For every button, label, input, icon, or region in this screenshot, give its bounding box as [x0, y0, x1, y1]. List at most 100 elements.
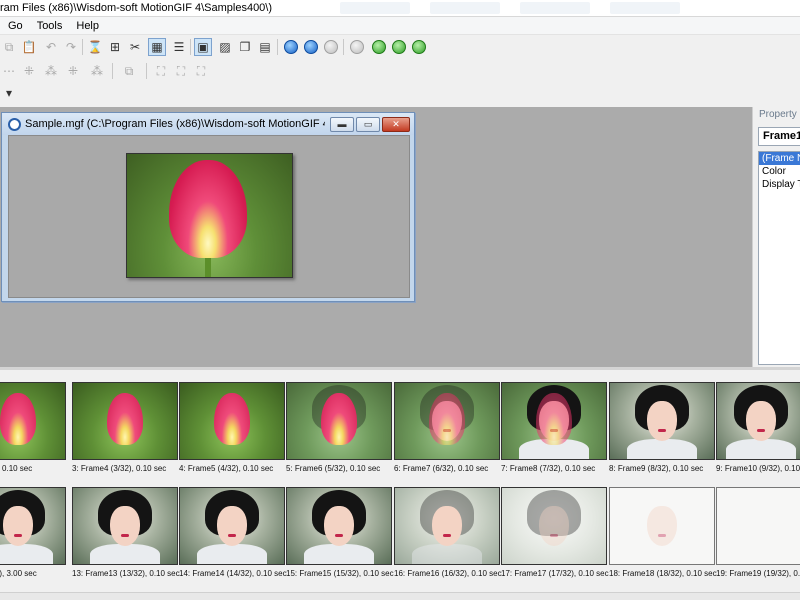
extra-toolbar: ▾ — [0, 83, 800, 105]
frame-caption: 14: Frame14 (14/32), 0.10 sec — [179, 569, 287, 578]
frame-thumbnail[interactable]: 16: Frame16 (16/32), 0.10 sec — [394, 487, 502, 591]
frame-strip: 2 (2/32), 0.10 sec 3: Frame4 (3/32), 0.10… — [0, 367, 800, 600]
frame-thumbnail[interactable]: 18: Frame18 (18/32), 0.10 sec — [609, 487, 717, 591]
frame-thumbnail-image — [286, 487, 392, 565]
dropdown-arrow-icon[interactable]: ▾ — [0, 84, 18, 102]
fit-icon[interactable]: ⛶ — [172, 62, 190, 80]
face-thumb — [110, 506, 140, 546]
align-toolbar: ⋯ ⁜ ⁂ ⁜ ⁂ ⧉ ⛶ ⛶ ⛶ — [0, 59, 800, 83]
frame-thumbnail[interactable]: 19: Frame19 (19/32), 0.10 sec — [716, 487, 800, 591]
frame-thumbnail[interactable]: 3: Frame4 (3/32), 0.10 sec — [72, 382, 178, 486]
stop-icon[interactable] — [322, 38, 340, 56]
property-color[interactable]: Color — [759, 165, 800, 178]
settings-icon[interactable]: ▣ — [194, 38, 212, 56]
frame-thumbnail-image — [179, 382, 285, 460]
frame-thumbnail-image — [72, 487, 178, 565]
frame-caption: 18: Frame18 (18/32), 0.10 sec — [609, 569, 717, 578]
frame-thumbnail-image — [501, 382, 607, 460]
close-button[interactable]: ✕ — [382, 117, 410, 132]
list-view-icon[interactable]: ☰ — [170, 38, 188, 56]
palette-icon[interactable]: ▤ — [256, 38, 274, 56]
effects-icon[interactable]: ✂ — [126, 38, 144, 56]
tulip-thumb — [0, 393, 36, 445]
app-icon — [8, 117, 21, 131]
resize-icon[interactable]: ⛶ — [152, 62, 170, 80]
frame-thumbnail-image — [394, 382, 500, 460]
frame-thumbnail-image — [609, 382, 715, 460]
body-thumb — [627, 439, 697, 459]
frame-thumbnail[interactable]: 2 (12/32), 3.00 sec — [0, 487, 66, 591]
document-window: Sample.mgf (C:\Program Files (x86)\Wisdo… — [1, 112, 415, 302]
face-thumb — [324, 506, 354, 546]
browser-preview-icon[interactable] — [282, 38, 300, 56]
window-titlebar: ram Files (x86)\Wisdom-soft MotionGIF 4\… — [0, 0, 800, 17]
image-icon[interactable]: ▨ — [216, 38, 234, 56]
frame-caption: 17: Frame17 (17/32), 0.10 sec — [501, 569, 609, 578]
frame-thumbnail[interactable]: 15: Frame15 (15/32), 0.10 sec — [286, 487, 394, 591]
play-icon[interactable] — [302, 38, 320, 56]
face-thumb — [647, 506, 677, 546]
last-frame-icon[interactable] — [410, 38, 428, 56]
frame-selector[interactable]: Frame1 — [758, 127, 800, 146]
face-thumb — [432, 506, 462, 546]
frame-caption: 6: Frame7 (6/32), 0.10 sec — [394, 464, 489, 473]
frame-preview-image[interactable] — [126, 153, 293, 278]
paste-icon[interactable]: 📋 — [20, 38, 38, 56]
frame-caption: 9: Frame10 (9/32), 0.10 sec — [716, 464, 800, 473]
tulip-thumb — [321, 393, 357, 445]
frame-thumbnail-image — [716, 487, 800, 565]
frame-thumbnail[interactable]: 8: Frame9 (8/32), 0.10 sec — [609, 382, 715, 486]
frame-thumbnail[interactable]: 17: Frame17 (17/32), 0.10 sec — [501, 487, 609, 591]
property-frame-name[interactable]: (Frame Na — [759, 152, 800, 165]
distribute-icon[interactable]: ⁂ — [88, 62, 106, 80]
undo-icon[interactable]: ↶ — [42, 38, 60, 56]
grid-icon[interactable]: ⊞ — [106, 38, 124, 56]
face-thumb — [647, 401, 677, 441]
frame-thumbnail[interactable]: 6: Frame7 (6/32), 0.10 sec — [394, 382, 500, 486]
frame-thumbnail[interactable]: 13: Frame13 (13/32), 0.10 sec — [72, 487, 180, 591]
menu-go[interactable]: Go — [8, 20, 23, 32]
frame-thumbnail[interactable]: 9: Frame10 (9/32), 0.10 sec — [716, 382, 800, 486]
align-center-icon[interactable]: ⁜ — [20, 62, 38, 80]
previous-frame-icon[interactable] — [370, 38, 388, 56]
menu-tools[interactable]: Tools — [37, 20, 63, 32]
align-right-icon[interactable]: ⁜ — [64, 62, 82, 80]
tulip-thumb — [214, 393, 250, 445]
property-display-time[interactable]: Display Ti — [759, 178, 800, 191]
face-thumb — [217, 506, 247, 546]
frame-thumbnail-image — [0, 382, 66, 460]
main-toolbar: ⧉ 📋 ↶ ↷ ⌛ ⊞ ✂ ▦ ☰ ▣ ▨ ❐ ▤ — [0, 35, 800, 59]
frame-thumbnail-image — [716, 382, 800, 460]
frame-caption: 5: Frame6 (5/32), 0.10 sec — [286, 464, 381, 473]
align-left-icon[interactable]: ⋯ — [0, 62, 18, 80]
canvas-area — [8, 135, 410, 298]
frame-strip-scrollbar[interactable] — [0, 592, 800, 600]
crop-icon[interactable]: ⧉ — [120, 62, 138, 80]
minimize-button[interactable]: ▬ — [330, 117, 354, 132]
frame-thumbnail[interactable]: 14: Frame14 (14/32), 0.10 sec — [179, 487, 287, 591]
frame-caption: 7: Frame8 (7/32), 0.10 sec — [501, 464, 596, 473]
first-frame-icon[interactable] — [348, 38, 366, 56]
frame-thumbnail[interactable]: 2 (2/32), 0.10 sec — [0, 382, 66, 486]
tile-view-icon[interactable]: ▦ — [148, 38, 166, 56]
tulip-flower — [169, 160, 247, 258]
frame-caption: 15: Frame15 (15/32), 0.10 sec — [286, 569, 394, 578]
redo-icon[interactable]: ↷ — [62, 38, 80, 56]
frame-caption: 16: Frame16 (16/32), 0.10 sec — [394, 569, 502, 578]
copy-icon[interactable]: ⧉ — [0, 38, 18, 56]
frame-properties-icon[interactable]: ⌛ — [86, 38, 104, 56]
window-title: ram Files (x86)\Wisdom-soft MotionGIF 4\… — [0, 2, 273, 14]
layers-icon[interactable]: ❐ — [236, 38, 254, 56]
face-thumb — [746, 401, 776, 441]
menu-help[interactable]: Help — [76, 20, 99, 32]
frame-thumbnail[interactable]: 7: Frame8 (7/32), 0.10 sec — [501, 382, 607, 486]
maximize-button[interactable]: ▭ — [356, 117, 380, 132]
property-list: (Frame Na Color Display Ti — [758, 151, 800, 365]
menu-bar: Go Tools Help — [0, 17, 800, 35]
frame-thumbnail[interactable]: 4: Frame5 (4/32), 0.10 sec — [179, 382, 285, 486]
frame-thumbnail[interactable]: 5: Frame6 (5/32), 0.10 sec — [286, 382, 392, 486]
expand-icon[interactable]: ⛶ — [192, 62, 210, 80]
align-middle-icon[interactable]: ⁂ — [42, 62, 60, 80]
next-frame-icon[interactable] — [390, 38, 408, 56]
background-tab — [610, 2, 680, 14]
